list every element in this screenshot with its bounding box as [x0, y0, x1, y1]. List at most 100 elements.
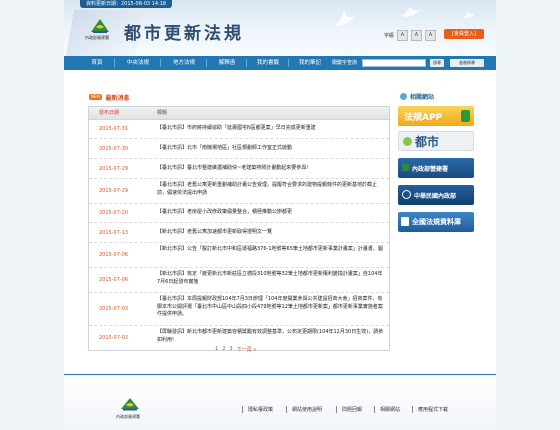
news-link[interactable]: 【臺北市訊】北市「南機場地區」社區規劃師工作室正式啟動	[145, 139, 389, 158]
banner-label: 全國法規資料庫	[412, 218, 461, 226]
news-link[interactable]: 【新北市訊】核定「變更新北市新莊區立德段310地號等32筆土地都市更新權利變換計…	[145, 268, 389, 292]
news-link[interactable]: 【臺北市訊】老房屋小改修政策儘量整合，積極推動公辦都更	[145, 204, 389, 222]
nav-divider	[288, 59, 289, 67]
banner-law-app[interactable]: 法規APP	[398, 106, 474, 126]
page-link-3[interactable]: 3	[229, 346, 232, 353]
footer-link-app-download[interactable]: 應用程式下載	[418, 406, 448, 413]
banner-law-database[interactable]: 全國法規資料庫	[398, 212, 474, 232]
news-link[interactable]: 【新北市訊】老舊公寓加速都市更新取得證明文一覽	[145, 223, 389, 242]
nav-item-home[interactable]: 首頁	[84, 56, 110, 70]
nav-divider	[114, 59, 115, 67]
nav-item-notes[interactable]: 我的筆記	[294, 56, 326, 70]
table-row[interactable]: 2015-07-20 【臺北市訊】老房屋小改修政策儘量整合，積極推動公辦都更	[89, 204, 389, 223]
update-date: 資料更新日期：2015-08-03 14:18	[80, 0, 173, 8]
news-heading: NEW 最新消息	[89, 93, 130, 102]
news-date: 2015-07-30	[99, 145, 129, 152]
next-page-link[interactable]: 下一頁 »	[237, 346, 257, 353]
column-header-title: 標題	[157, 110, 168, 116]
font-size-control: 字級 A A A	[384, 30, 437, 41]
table-row[interactable]: 2015-07-03 【臺北市訊】本局提報財政部104年7月3日辦理「104年度…	[89, 293, 389, 326]
search-label: 關鍵字查詢	[332, 60, 358, 66]
news-date: 2015-07-06	[99, 252, 129, 258]
globe-icon	[400, 93, 407, 100]
site-header: 資料更新日期：2015-08-03 14:18 內政部營建署 都市更新法規 字級…	[64, 0, 496, 56]
site-footer: 內政部營建署 隱私權政策 網站使用說明 問題回報 相關網站 應用程式下載	[64, 375, 496, 430]
table-row[interactable]: 2015-07-06 【新北市訊】核定「變更新北市新莊區立德段310地號等32筆…	[89, 268, 389, 293]
banner-label: 法規APP	[404, 113, 443, 123]
search-input[interactable]	[362, 59, 426, 67]
news-date: 2015-07-06	[99, 277, 129, 283]
nav-item-interpretations[interactable]: 解釋函	[212, 56, 242, 70]
footer-logo-text: 內政部營建署	[116, 414, 140, 419]
banner-label: 內政部營建署	[412, 166, 449, 173]
news-title: 最新消息	[105, 94, 130, 102]
nav-divider	[206, 59, 207, 67]
table-row[interactable]: 2015-07-30 【臺北市訊】北市「南機場地區」社區規劃師工作室正式啟動	[89, 139, 389, 159]
emblem-icon	[402, 190, 411, 199]
agency-logo-icon	[91, 19, 109, 33]
news-link[interactable]: 【屏縣發訊】新北市都市更新建築容積獎勵有效調整基準，公布定更期限(104年12月…	[145, 326, 389, 350]
news-date: 2015-07-02	[99, 335, 129, 341]
pagination: 1 2 3 下一頁 »	[215, 346, 256, 353]
news-date: 2015-07-29	[99, 165, 129, 172]
column-header-date: 發布日期	[99, 110, 120, 116]
news-link[interactable]: 【臺北市訊】本局提報財政部104年7月3日辦理「104年度開業參與公共建設招商大…	[145, 293, 389, 325]
footer-link-related[interactable]: 相關網站	[380, 406, 400, 413]
member-login-button[interactable]: [會員登入]	[444, 29, 484, 39]
table-row[interactable]: 2015-07-31 【臺北市訊】市府將持續協助「延壽國宅N區都更案」早日完成更…	[89, 120, 389, 139]
footer-divider	[412, 406, 413, 413]
nav-item-local-laws[interactable]: 地方法規	[166, 56, 202, 70]
banner-label: 中華民國內政部	[414, 193, 457, 200]
table-row[interactable]: 2015-07-06 【新北市訊】公告「擬訂新北市中和區運福路376-1地號等6…	[89, 243, 389, 268]
related-sites-title: 相關網站	[410, 94, 435, 101]
news-link[interactable]: 【臺北市訊】老舊公寓更新重劃補助計畫公告受理，提醒符合要求的建物提報條件的更新基…	[145, 179, 389, 203]
page-link-1[interactable]: 1	[215, 346, 218, 353]
nav-divider	[246, 59, 247, 67]
bird-icon	[334, 10, 356, 26]
book-icon	[401, 217, 409, 226]
news-link[interactable]: 【新北市訊】公告「擬訂新北市中和區運福路376-1地號等65筆土地都市更新事業計…	[145, 243, 389, 267]
news-link[interactable]: 【臺北市訊】臺北市整建維護補助快~老建築熱鬧計畫動起來要參與!	[145, 159, 389, 178]
nav-item-central-laws[interactable]: 中央法規	[120, 56, 156, 70]
banner-moi[interactable]: 中華民國內政部	[398, 185, 474, 205]
table-row[interactable]: 2015-07-29 【臺北市訊】老舊公寓更新重劃補助計畫公告受理，提醒符合要求…	[89, 179, 389, 204]
bird-icon	[401, 6, 421, 17]
news-date: 2015-07-20	[99, 210, 129, 216]
agency-logo-icon	[402, 164, 409, 171]
table-row[interactable]: 2015-07-13 【新北市訊】老舊公寓加速都市更新取得證明文一覽	[89, 223, 389, 243]
font-size-medium-button[interactable]: A	[411, 30, 423, 41]
search-button[interactable]: 搜尋	[430, 59, 444, 67]
related-sites-heading: 相關網站	[400, 92, 434, 101]
nav-divider	[160, 59, 161, 67]
download-icon	[461, 110, 470, 122]
news-date: 2015-07-03	[99, 306, 129, 312]
banner-urban-renewal[interactable]: 都市	[398, 131, 474, 151]
font-size-small-button[interactable]: A	[397, 30, 409, 41]
banner-label: 都市	[415, 135, 440, 149]
news-date: 2015-07-29	[99, 188, 129, 194]
table-row[interactable]: 2015-07-29 【臺北市訊】臺北市整建維護補助快~老建築熱鬧計畫動起來要參…	[89, 159, 389, 179]
footer-link-report[interactable]: 問題回報	[342, 406, 362, 413]
agency-logo-icon	[121, 398, 139, 411]
news-table-header: 發布日期 標題	[89, 107, 389, 120]
news-link[interactable]: 【臺北市訊】市府將持續協助「延壽國宅N區都更案」早日完成更新重建	[145, 120, 389, 138]
news-date: 2015-07-13	[99, 229, 129, 236]
logo-subtitle: 內政部營建署	[85, 35, 109, 40]
news-table: 發布日期 標題 2015-07-31 【臺北市訊】市府將持續協助「延壽國宅N區都…	[88, 106, 390, 351]
site-title[interactable]: 都市更新法規	[124, 19, 244, 44]
footer-divider	[286, 406, 287, 413]
advanced-search-button[interactable]: 進階搜尋	[450, 59, 484, 67]
page-link-2[interactable]: 2	[222, 346, 225, 353]
nav-item-bookmarks[interactable]: 我的書籤	[252, 56, 284, 70]
bird-icon	[463, 11, 475, 18]
main-nav: 首頁 中央法規 地方法規 解釋函 我的書籤 我的筆記 關鍵字查詢 搜尋 進階搜尋	[64, 56, 496, 70]
footer-divider	[242, 406, 243, 413]
footer-divider	[374, 406, 375, 413]
footer-link-usage[interactable]: 網站使用說明	[292, 406, 322, 413]
footer-link-privacy[interactable]: 隱私權政策	[248, 406, 273, 413]
font-size-large-button[interactable]: A	[425, 30, 437, 41]
banner-cpami[interactable]: 內政部營建署	[398, 158, 474, 178]
font-size-label: 字級	[384, 33, 395, 39]
new-badge: NEW	[89, 94, 103, 100]
leaf-icon	[403, 137, 412, 146]
